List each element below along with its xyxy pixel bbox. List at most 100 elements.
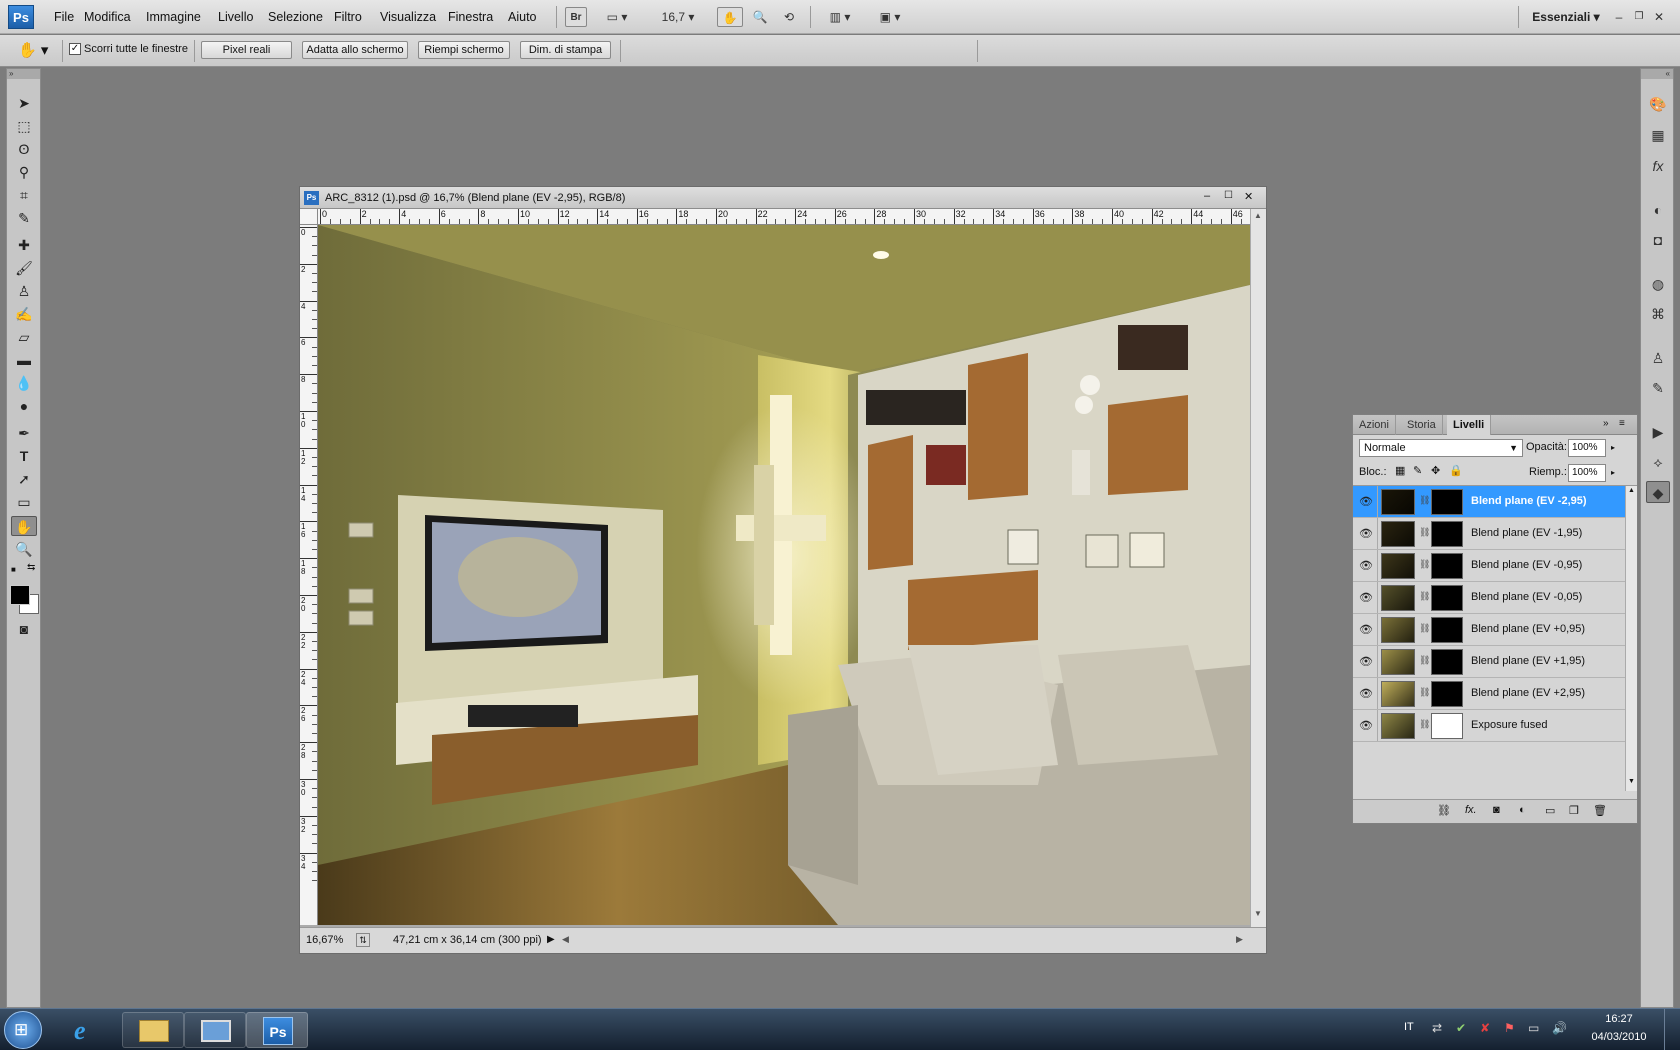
panel-menu-icon[interactable]: ≡	[1619, 418, 1625, 429]
antivirus-tray-icon[interactable]: ✘	[1480, 1021, 1490, 1035]
arrange-documents-icon[interactable]: ▥ ▾	[822, 7, 858, 27]
adjustment-layer-icon[interactable]: ◐	[1519, 804, 1526, 816]
history-brush-tool-icon[interactable]: ✍	[11, 304, 37, 324]
menu-livello[interactable]: Livello	[212, 0, 259, 34]
link-icon[interactable]: ⛓	[1419, 591, 1430, 605]
zoom-tool-icon[interactable]: 🔍	[11, 539, 37, 559]
hand-tool-icon[interactable]: ✋	[11, 516, 37, 536]
delete-layer-icon[interactable]: 🗑	[1593, 804, 1607, 817]
eye-icon[interactable]: 👁	[1359, 687, 1373, 701]
layer-thumbnail[interactable]	[1381, 617, 1415, 643]
layer-mask-thumbnail[interactable]	[1431, 617, 1463, 643]
default-colors-icon[interactable]: ■	[11, 565, 19, 574]
lasso-tool-icon[interactable]: ʘ	[11, 139, 37, 159]
lock-transparent-icon[interactable]: ▦	[1395, 464, 1405, 477]
start-button[interactable]: ⊞	[4, 1011, 42, 1049]
scroll-down-icon[interactable]: ▼	[1628, 778, 1635, 785]
show-desktop-button[interactable]	[1664, 1009, 1680, 1050]
workspace-select[interactable]: Essenziali ▾	[1526, 7, 1606, 27]
doc-close-icon[interactable]: ✕	[1244, 190, 1253, 203]
pen-tool-icon[interactable]: ✒	[11, 423, 37, 443]
language-indicator[interactable]: IT	[1404, 1021, 1414, 1033]
type-tool-icon[interactable]: T	[11, 446, 37, 466]
eye-icon[interactable]: 👁	[1359, 655, 1373, 669]
menu-modifica[interactable]: Modifica	[78, 0, 137, 34]
network-tray-icon[interactable]: ⇄	[1432, 1021, 1442, 1035]
doc-maximize-icon[interactable]: ☐	[1224, 190, 1233, 201]
hand-tool-preset-icon[interactable]: ✋ ▾	[18, 40, 58, 62]
eye-icon[interactable]: 👁	[1359, 719, 1373, 733]
scroll-up-icon[interactable]: ▲	[1254, 211, 1262, 220]
panel-collapse-icon[interactable]: »	[1603, 418, 1609, 429]
scroll-up-icon[interactable]: ▲	[1628, 487, 1635, 494]
fill-screen-button[interactable]: Riempi schermo	[418, 41, 510, 59]
layer-thumbnail[interactable]	[1381, 681, 1415, 707]
link-icon[interactable]: ⛓	[1419, 655, 1430, 669]
layer-mask-thumbnail[interactable]	[1431, 489, 1463, 515]
internet-explorer-button[interactable]: e	[58, 1012, 120, 1048]
magic-wand-tool-icon[interactable]: ⚲	[11, 162, 37, 182]
tab-storia[interactable]: Storia	[1401, 415, 1443, 435]
zoom-level-select[interactable]: 16,7 ▾	[656, 7, 700, 27]
opacity-slider-arrow-icon[interactable]: ▸	[1607, 439, 1619, 457]
link-icon[interactable]: ⛓	[1419, 719, 1430, 733]
link-icon[interactable]: ⛓	[1419, 559, 1430, 573]
scroll-all-checkbox[interactable]: ✓	[69, 43, 81, 55]
shape-tool-icon[interactable]: ▭	[11, 492, 37, 512]
foreground-color-swatch[interactable]	[10, 585, 30, 605]
layer-thumbnail[interactable]	[1381, 649, 1415, 675]
brushes-panel-icon[interactable]: ✎	[1646, 377, 1670, 399]
move-tool-icon[interactable]: ➤	[11, 93, 37, 113]
tab-livelli[interactable]: Livelli	[1447, 415, 1492, 435]
eraser-tool-icon[interactable]: ▱	[11, 327, 37, 347]
layer-mask-thumbnail[interactable]	[1431, 585, 1463, 611]
layer-row[interactable]: 👁 ⛓ Blend plane (EV +1,95)	[1353, 646, 1625, 678]
styles-panel-icon[interactable]: fx	[1646, 155, 1670, 177]
layer-mask-thumbnail[interactable]	[1431, 681, 1463, 707]
photo-viewer-button[interactable]	[184, 1012, 246, 1048]
actual-pixels-button[interactable]: Pixel reali	[201, 41, 292, 59]
color-panel-icon[interactable]: 🎨	[1646, 93, 1670, 115]
clone-stamp-tool-icon[interactable]: ♙	[11, 281, 37, 301]
menu-aiuto[interactable]: Aiuto	[502, 0, 543, 34]
layer-thumbnail[interactable]	[1381, 713, 1415, 739]
toolbox-collapse-icon[interactable]: »	[7, 69, 40, 79]
healing-brush-tool-icon[interactable]: ✚	[11, 235, 37, 255]
ruler-origin[interactable]	[300, 209, 318, 225]
status-menu-arrow-icon[interactable]: ▶	[547, 934, 555, 945]
layer-thumbnail[interactable]	[1381, 521, 1415, 547]
menu-filtro[interactable]: Filtro	[328, 0, 368, 34]
restore-app-icon[interactable]: ❐	[1632, 7, 1646, 27]
fit-screen-button[interactable]: Adatta allo schermo	[302, 41, 408, 59]
close-app-icon[interactable]: ✕	[1652, 7, 1666, 27]
layers-panel-icon[interactable]: ◆	[1646, 481, 1670, 503]
vertical-scrollbar[interactable]: ▲ ▼	[1250, 209, 1266, 927]
lock-all-icon[interactable]: 🔒	[1449, 464, 1463, 477]
eye-icon[interactable]: 👁	[1359, 527, 1373, 541]
link-icon[interactable]: ⛓	[1419, 687, 1430, 701]
layer-row[interactable]: 👁 ⛓ Exposure fused	[1353, 710, 1625, 742]
menu-selezione[interactable]: Selezione	[262, 0, 329, 34]
brush-tool-icon[interactable]: 🖌	[11, 258, 37, 278]
menu-finestra[interactable]: Finestra	[442, 0, 499, 34]
lock-position-icon[interactable]: ✥	[1431, 464, 1440, 477]
bridge-button[interactable]: Br	[565, 7, 587, 27]
layer-thumbnail[interactable]	[1381, 489, 1415, 515]
security-tray-icon[interactable]: ✔	[1456, 1021, 1466, 1035]
layer-thumbnail[interactable]	[1381, 553, 1415, 579]
photoshop-taskbar-button[interactable]: Ps	[246, 1012, 308, 1048]
vertical-ruler[interactable]: 0 2 4 6 8 10 12 14 16 18 20 22 24 26 28 30 32 34	[300, 225, 318, 925]
blur-tool-icon[interactable]: 💧	[11, 373, 37, 393]
layer-row[interactable]: 👁 ⛓ Blend plane (EV -2,95)	[1353, 486, 1625, 518]
screen-mode-icon[interactable]: ▣ ▾	[872, 7, 908, 27]
scroll-left-icon[interactable]: ◀	[562, 934, 569, 945]
display-tray-icon[interactable]: ▭	[1528, 1021, 1539, 1035]
add-mask-icon[interactable]: ◙	[1493, 804, 1500, 816]
crop-tool-icon[interactable]: ⌗	[11, 185, 37, 205]
clock-time[interactable]: 16:27	[1588, 1013, 1650, 1025]
eye-icon[interactable]: 👁	[1359, 495, 1373, 509]
menu-visualizza[interactable]: Visualizza	[374, 0, 442, 34]
document-title-bar[interactable]: Ps ARC_8312 (1).psd @ 16,7% (Blend plane…	[300, 187, 1266, 209]
layer-style-icon[interactable]: fx.	[1465, 804, 1477, 816]
link-icon[interactable]: ⛓	[1419, 495, 1430, 509]
